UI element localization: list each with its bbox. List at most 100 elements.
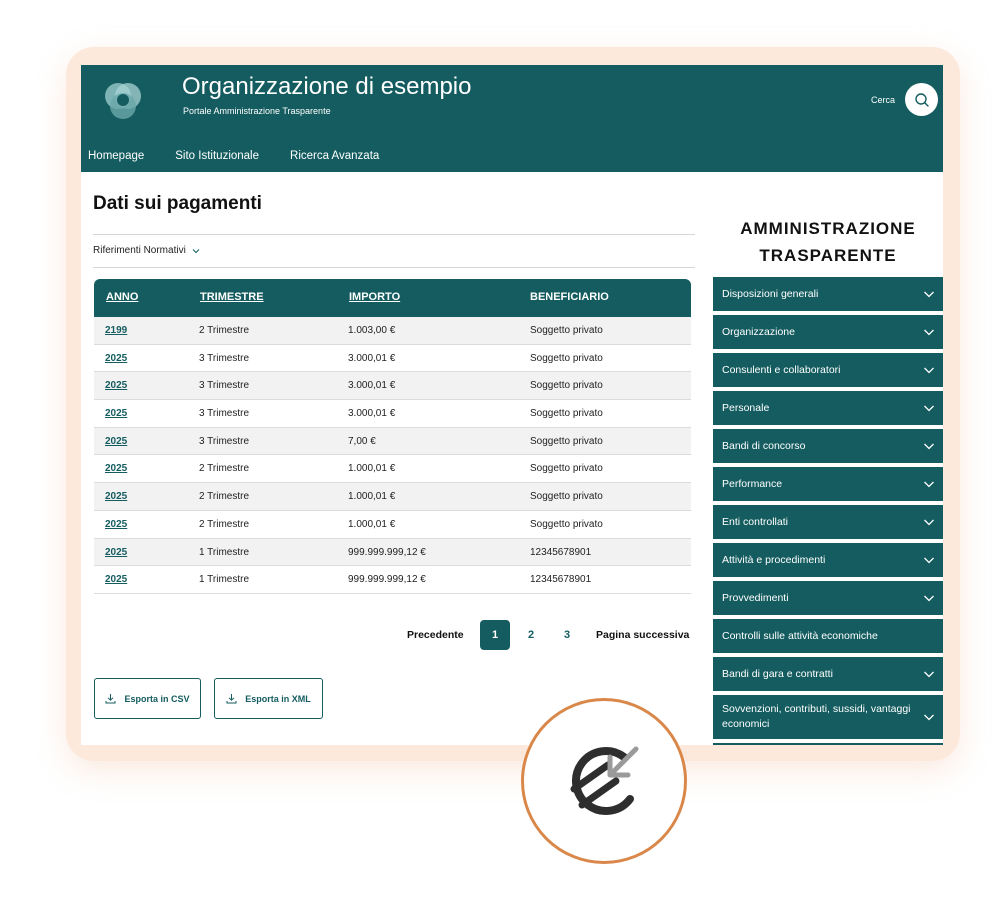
cell-importo: 3.000,01 €: [348, 408, 396, 420]
chevron-down-icon: [192, 248, 200, 253]
column-header-beneficiario: BENEFICIARIO: [530, 291, 609, 303]
chevron-down-icon[interactable]: [923, 365, 935, 375]
nav-item-ricerca-avanzata[interactable]: Ricerca Avanzata: [290, 142, 379, 172]
nav-item-homepage[interactable]: Homepage: [88, 142, 144, 172]
pagination-page-1[interactable]: 1: [480, 620, 510, 650]
sidebar-title-line1: AMMINISTRAZIONE: [740, 219, 916, 238]
search-label[interactable]: Cerca: [871, 95, 895, 105]
sidebar-item-label: Bandi di gara e contratti: [722, 668, 833, 680]
export-xml-label: Esporta in XML: [245, 693, 311, 704]
search-icon: [914, 92, 929, 107]
sidebar-item[interactable]: Performance: [713, 467, 943, 501]
sidebar-item-label: Attività e procedimenti: [722, 554, 826, 566]
export-csv-button[interactable]: Esporta in CSV: [94, 678, 201, 719]
table-row: 2025 3 Trimestre 7,00 € Soggetto privato: [94, 427, 691, 456]
cell-trimestre: 1 Trimestre: [199, 574, 250, 586]
references-toggle[interactable]: Riferimenti Normativi: [93, 245, 200, 256]
cell-beneficiario: Soggetto privato: [530, 408, 603, 420]
pagination-page-2[interactable]: 2: [516, 620, 546, 650]
cell-importo: 999.999.999,12 €: [348, 546, 426, 558]
cell-trimestre: 3 Trimestre: [199, 435, 250, 447]
cell-beneficiario: Soggetto privato: [530, 352, 603, 364]
sidebar-item[interactable]: Provvedimenti: [713, 581, 943, 615]
cell-anno[interactable]: 2025: [105, 547, 127, 558]
sidebar-item[interactable]: Bandi di gara e contratti: [713, 657, 943, 691]
sidebar-item[interactable]: Controlli sulle attività economiche: [713, 619, 943, 653]
stage: Organizzazione di esempio Portale Ammini…: [0, 0, 1000, 900]
chevron-down-icon[interactable]: [923, 712, 935, 722]
column-header-trimestre[interactable]: TRIMESTRE: [200, 291, 264, 303]
cell-beneficiario: Soggetto privato: [530, 435, 603, 447]
cell-anno[interactable]: 2025: [105, 380, 127, 391]
chevron-down-icon[interactable]: [923, 479, 935, 489]
chevron-down-icon[interactable]: [923, 441, 935, 451]
table-row: 2025 3 Trimestre 3.000,01 € Soggetto privat…: [94, 372, 691, 401]
sidebar-item[interactable]: Consulenti e collaboratori: [713, 353, 943, 387]
table-row: 2025 3 Trimestre 3.000,01 € Soggetto privat…: [94, 345, 691, 373]
cell-trimestre: 2 Trimestre: [199, 463, 250, 475]
references-label: Riferimenti Normativi: [93, 245, 186, 256]
sidebar-item[interactable]: Disposizioni generali: [713, 277, 943, 311]
chevron-down-icon[interactable]: [923, 593, 935, 603]
chevron-down-icon[interactable]: [923, 403, 935, 413]
sidebar-item[interactable]: Organizzazione: [713, 315, 943, 349]
site-title[interactable]: Organizzazione di esempio: [182, 73, 472, 101]
cell-beneficiario: Soggetto privato: [530, 380, 603, 392]
sidebar-item-label: Provvedimenti: [722, 592, 789, 604]
cell-trimestre: 2 Trimestre: [199, 518, 250, 530]
site-header: Organizzazione di esempio Portale Ammini…: [81, 65, 943, 172]
sidebar-item[interactable]: Personale: [713, 391, 943, 425]
table-row: 2025 2 Trimestre 1.000,01 € Soggetto privat…: [94, 483, 691, 511]
chevron-down-icon[interactable]: [923, 517, 935, 527]
cell-beneficiario: 12345678901: [530, 574, 592, 586]
export-csv-label: Esporta in CSV: [124, 693, 190, 704]
column-header-anno[interactable]: ANNO: [106, 291, 138, 303]
sidebar-item[interactable]: Attività e procedimenti: [713, 543, 943, 577]
cell-anno[interactable]: 2025: [105, 491, 127, 502]
cell-importo: 1.000,01 €: [348, 518, 396, 530]
sidebar-item-partial: [713, 743, 943, 745]
table-row: 2025 1 Trimestre 999.999.999,12 € 123456789…: [94, 538, 691, 567]
chevron-down-icon[interactable]: [923, 555, 935, 565]
cell-anno[interactable]: 2025: [105, 519, 127, 530]
cell-anno[interactable]: 2025: [105, 436, 127, 447]
chevron-down-icon[interactable]: [923, 669, 935, 679]
pagination-page-3[interactable]: 3: [552, 620, 582, 650]
table-row: 2025 2 Trimestre 1.000,01 € Soggetto privat…: [94, 455, 691, 484]
cell-anno[interactable]: 2025: [105, 574, 127, 585]
sidebar-item-label: Performance: [722, 478, 783, 490]
cell-beneficiario: Soggetto privato: [530, 491, 603, 503]
cell-anno[interactable]: 2025: [105, 353, 127, 364]
download-icon: [226, 694, 237, 704]
sidebar-title: AMMINISTRAZIONE TRASPARENTE: [713, 215, 943, 269]
table-body: 2199 2 Trimestre 1.003,00 € Soggetto privat…: [94, 317, 691, 594]
page-title: Dati sui pagamenti: [93, 193, 262, 214]
column-header-importo[interactable]: IMPORTO: [349, 291, 400, 303]
payments-table: ANNO TRIMESTRE IMPORTO BENEFICIARIO 2199…: [94, 279, 691, 594]
cell-anno[interactable]: 2025: [105, 408, 127, 419]
search-button[interactable]: [905, 83, 938, 116]
sidebar-item[interactable]: Bandi di concorso: [713, 429, 943, 463]
cell-trimestre: 3 Trimestre: [199, 408, 250, 420]
table-header: ANNO TRIMESTRE IMPORTO BENEFICIARIO: [94, 279, 691, 317]
chevron-down-icon[interactable]: [923, 289, 935, 299]
cell-anno[interactable]: 2199: [105, 325, 127, 336]
sidebar-item-label: Enti controllati: [722, 516, 788, 528]
cell-importo: 1.000,01 €: [348, 463, 396, 475]
sidebar-item-label: Bandi di concorso: [722, 440, 806, 452]
cell-importo: 999.999.999,12 €: [348, 574, 426, 586]
main-nav: Homepage Sito Istituzionale Ricerca Avan…: [81, 142, 403, 172]
sidebar-item-label: Disposizioni generali: [722, 288, 819, 300]
organization-logo-icon[interactable]: [97, 75, 149, 127]
sidebar-item[interactable]: Enti controllati: [713, 505, 943, 539]
sidebar-item[interactable]: Sovvenzioni, contributi, sussidi, vantag…: [713, 695, 943, 739]
pagination-previous[interactable]: Precedente: [407, 629, 464, 641]
cell-anno[interactable]: 2025: [105, 463, 127, 474]
chevron-down-icon[interactable]: [923, 327, 935, 337]
pagination-next[interactable]: Pagina successiva: [596, 629, 689, 641]
euro-return-icon: [570, 746, 639, 815]
cell-trimestre: 3 Trimestre: [199, 352, 250, 364]
export-xml-button[interactable]: Esporta in XML: [214, 678, 323, 719]
nav-item-sito-istituzionale[interactable]: Sito Istituzionale: [175, 142, 259, 172]
download-icon: [105, 694, 116, 704]
